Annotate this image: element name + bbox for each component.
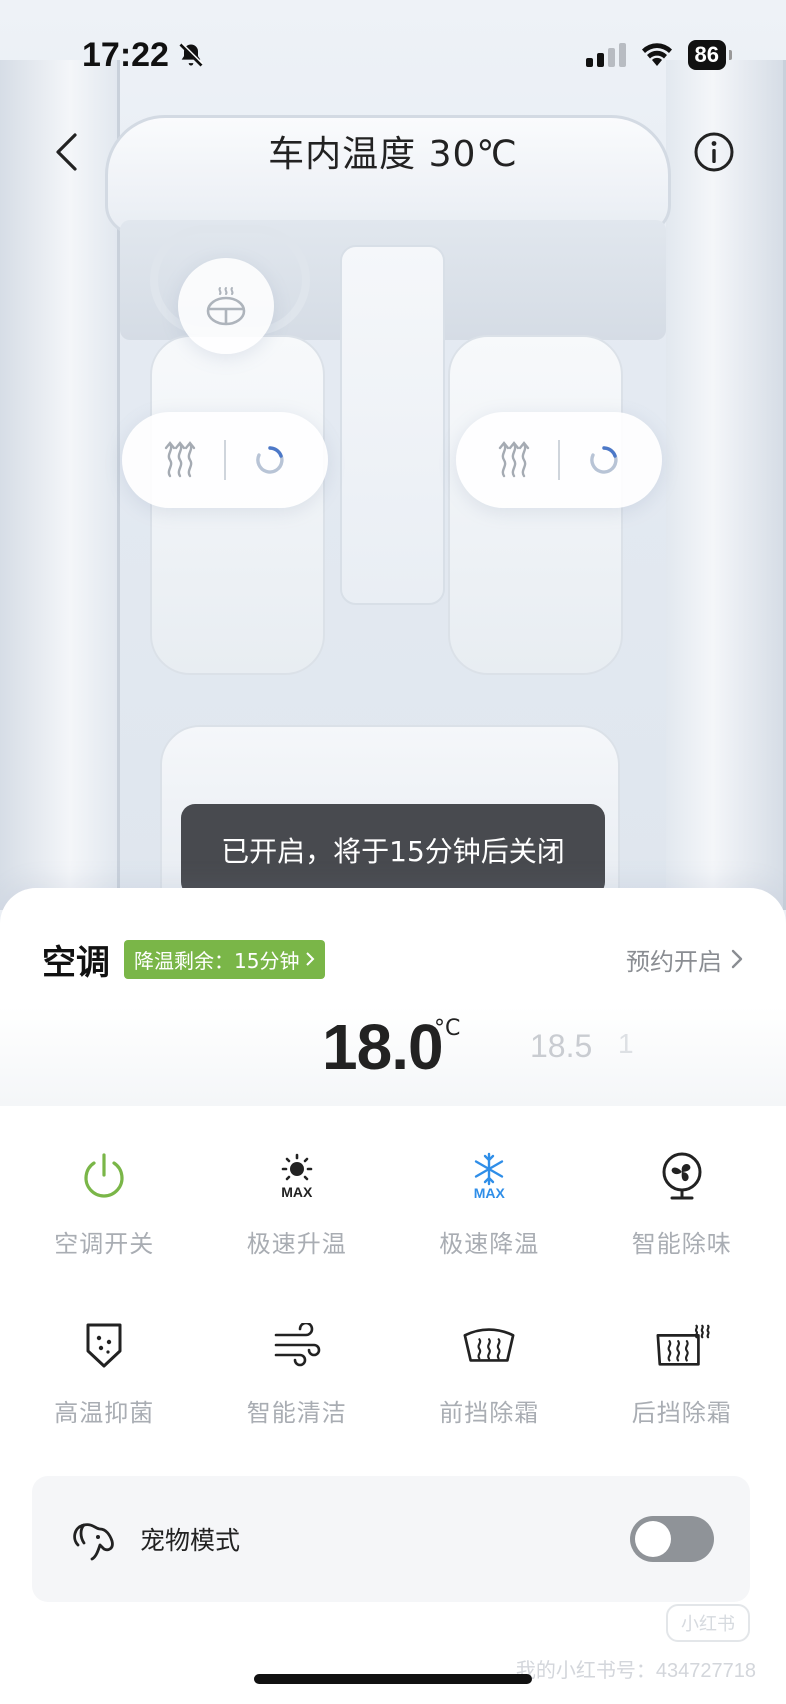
power-icon	[84, 1153, 124, 1198]
func-label: 智能清洁	[246, 1399, 347, 1427]
func-label: 高温抑菌	[54, 1399, 155, 1427]
watermark-text: 我的小红书号：434727718	[515, 1660, 756, 1682]
steering-wheel-heat-icon	[206, 287, 246, 326]
status-bar: 17:22 86	[0, 0, 786, 110]
signal-icon	[585, 43, 626, 67]
rapid-heat-button[interactable]: MAX 极速升温	[201, 1148, 394, 1259]
func-label: 空调开关	[54, 1230, 155, 1258]
func-label: 后挡除霜	[631, 1399, 732, 1427]
bell-slash-icon	[179, 42, 204, 67]
car-center-console	[340, 245, 445, 605]
chevron-left-icon	[56, 133, 77, 171]
wifi-icon	[641, 43, 672, 66]
front-left-seat-vent-button[interactable]	[242, 432, 298, 488]
status-time-text: 17:22	[82, 35, 169, 74]
func-label: 前挡除霜	[439, 1399, 540, 1427]
dog-icon	[73, 1523, 114, 1561]
pet-mode-card: 宠物模式	[32, 1476, 750, 1602]
front-defrost-button[interactable]: 前挡除霜	[393, 1317, 586, 1428]
seat-vent-icon	[256, 446, 284, 474]
page-header: 车内温度 30℃	[0, 118, 786, 184]
cooling-remaining-badge[interactable]: 降温剩余：15分钟	[124, 939, 326, 979]
func-label: 智能除味	[631, 1230, 732, 1258]
wind-icon	[274, 1323, 321, 1367]
toast-message: 已开启，将于15分钟后关闭	[181, 804, 605, 896]
rapid-cool-button[interactable]: MAX 极速降温	[393, 1148, 586, 1259]
seat-heat-icon	[164, 441, 196, 478]
chevron-right-icon	[306, 952, 315, 966]
shield-dots-icon	[86, 1323, 122, 1368]
smart-clean-button[interactable]: 智能清洁	[201, 1317, 394, 1428]
toggle-knob	[635, 1521, 671, 1557]
front-right-seat-heat-button[interactable]	[486, 432, 542, 488]
ac-function-grid: 空调开关 MAX 极速升温 MAX 极速降温 智能除味 高温抑菌 智能清洁 前挡…	[8, 1148, 778, 1428]
schedule-start-label: 预约开启	[626, 947, 722, 976]
front-right-seat-vent-button[interactable]	[576, 432, 632, 488]
sun-max-icon	[281, 1153, 313, 1181]
high-temp-sterilize-button[interactable]: 高温抑菌	[8, 1317, 201, 1428]
max-text: MAX	[473, 1185, 505, 1201]
max-text: MAX	[281, 1184, 313, 1200]
pet-mode-label: 宠物模式	[140, 1526, 241, 1555]
home-indicator[interactable]	[254, 1674, 532, 1684]
car-left-side	[0, 60, 120, 910]
smart-deodorize-button[interactable]: 智能除味	[586, 1148, 779, 1259]
current-temperature: 18.0	[322, 1011, 444, 1083]
back-button[interactable]	[46, 130, 86, 174]
page-title: 车内温度 30℃	[268, 134, 518, 175]
fan-icon	[662, 1152, 702, 1200]
steering-wheel-heat-button[interactable]	[178, 258, 274, 354]
pet-mode-toggle[interactable]	[630, 1516, 714, 1562]
temperature-picker[interactable]: 18.0 °C 18.5 1	[0, 1006, 786, 1106]
seat-heat-icon	[498, 441, 530, 478]
cooling-remaining-text: 降温剩余：15分钟	[134, 948, 300, 973]
next-temperature-option[interactable]: 18.5	[530, 1028, 592, 1065]
next-temperature-option-2[interactable]: 1	[618, 1028, 634, 1060]
chevron-right-icon	[731, 949, 743, 969]
rear-defrost-button[interactable]: 后挡除霜	[586, 1317, 779, 1428]
snowflake-max-icon	[475, 1152, 504, 1186]
ac-control-panel: 空调 降温剩余：15分钟 预约开启 18.0 °C 18.5 1 空调开关 MA…	[0, 888, 786, 1704]
seat-pill-divider	[224, 440, 226, 480]
battery-icon: 86	[687, 40, 733, 70]
func-label: 极速升温	[246, 1230, 347, 1258]
battery-level: 86	[694, 42, 719, 67]
status-icons: 86	[585, 40, 733, 70]
seat-vent-icon	[590, 446, 618, 474]
toast-text: 已开启，将于15分钟后关闭	[221, 835, 565, 868]
front-left-seat-heat-button[interactable]	[152, 432, 208, 488]
schedule-start-link[interactable]: 预约开启	[626, 942, 744, 977]
seat-pill-divider	[558, 440, 560, 480]
temperature-unit: °C	[434, 1016, 461, 1041]
rear-defrost-icon	[656, 1324, 710, 1366]
func-label: 极速降温	[439, 1230, 540, 1258]
ac-title: 空调	[42, 942, 110, 983]
front-left-seat-controls	[122, 412, 328, 508]
status-time: 17:22	[82, 36, 205, 75]
info-icon	[694, 132, 734, 172]
front-right-seat-controls	[456, 412, 662, 508]
watermark-logo-text: 小红书	[681, 1614, 735, 1635]
car-right-side	[666, 60, 786, 910]
ac-power-button[interactable]: 空调开关	[8, 1148, 201, 1259]
watermark-logo: 小红书	[666, 1604, 750, 1642]
front-defrost-icon	[463, 1328, 515, 1362]
ac-panel-header: 空调 降温剩余：15分钟 预约开启	[42, 936, 744, 983]
info-button[interactable]	[692, 130, 736, 174]
